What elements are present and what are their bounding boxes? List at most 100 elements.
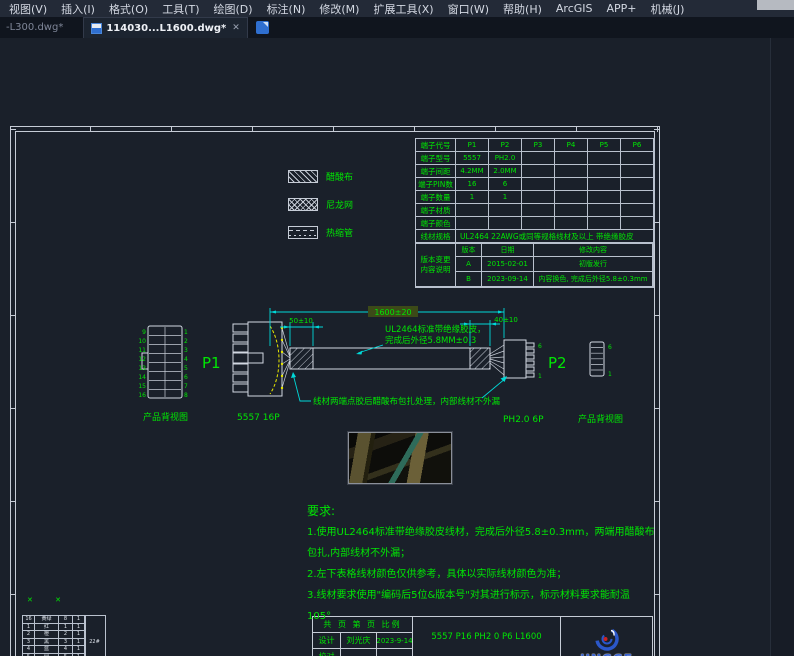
terminal-cell bbox=[621, 217, 654, 230]
dwg-file-icon bbox=[91, 23, 102, 34]
terminal-cell: P4 bbox=[555, 139, 588, 152]
terminal-cell: P2 bbox=[489, 139, 522, 152]
hatch-legend: 醋酸布 尼龙网 热缩管 bbox=[288, 162, 353, 246]
menu-item[interactable]: ArcGIS bbox=[549, 2, 600, 15]
revision-rev: B bbox=[456, 272, 482, 287]
pin-number: 6 bbox=[184, 373, 198, 382]
design-label: 设计 bbox=[313, 633, 341, 649]
menu-item[interactable]: 修改(M) bbox=[312, 1, 366, 17]
pin-table-cell: 8 bbox=[59, 616, 73, 624]
pin-number: 1 bbox=[184, 328, 198, 337]
pin-number: 7 bbox=[184, 382, 198, 391]
dimension-right-text: 40±10 bbox=[494, 316, 518, 324]
terminal-cell bbox=[621, 152, 654, 165]
check-label: 校对 bbox=[313, 649, 341, 656]
pin-number: 12 bbox=[132, 355, 146, 364]
terminal-cell bbox=[555, 152, 588, 165]
terminal-cell bbox=[555, 204, 588, 217]
p2-label: P2 bbox=[548, 354, 567, 372]
revision-desc: 初版发行 bbox=[534, 257, 653, 272]
pin-table-cell: 橙 bbox=[35, 631, 59, 639]
menu-item[interactable]: APP+ bbox=[600, 2, 644, 15]
menu-item[interactable]: 机械(J) bbox=[644, 1, 692, 17]
terminal-cell: 4.2MM bbox=[456, 165, 489, 178]
menu-item[interactable]: 插入(I) bbox=[54, 1, 102, 17]
wire-fanout-left bbox=[282, 328, 290, 388]
menu-item[interactable]: 窗口(W) bbox=[441, 1, 496, 17]
legend-item-mesh: 尼龙网 bbox=[288, 190, 353, 218]
revision-header: 修改内容 bbox=[534, 243, 653, 257]
pin-number: 4 bbox=[184, 355, 198, 364]
menu-item[interactable]: 标注(N) bbox=[260, 1, 313, 17]
terminal-cell bbox=[621, 178, 654, 191]
cad-application-window: 视图(V) 插入(I) 格式(O) 工具(T) 绘图(D) 标注(N) 修改(M… bbox=[0, 0, 794, 656]
menu-item[interactable]: 工具(T) bbox=[155, 1, 206, 17]
menu-item[interactable]: 帮助(H) bbox=[496, 1, 549, 17]
pin-number: 11 bbox=[132, 346, 146, 355]
revision-side-line1: 版本变更 bbox=[421, 255, 451, 265]
pin-table-cell: 蓝 bbox=[35, 646, 59, 654]
revision-desc: 内容换色, 完成后外径5.8±0.3mm bbox=[534, 272, 653, 287]
terminal-row-label: 端子代号 bbox=[416, 139, 456, 152]
company-logo: JINGGE bbox=[561, 617, 652, 656]
menu-item[interactable]: 扩展工具(X) bbox=[366, 1, 440, 17]
pin-number: 2 bbox=[184, 337, 198, 346]
dimension-left-text: 50±10 bbox=[289, 317, 313, 325]
part-number: 5557 P16 PH2 0 P6 L1600 bbox=[413, 617, 561, 656]
terminal-cell bbox=[489, 204, 522, 217]
terminal-spec-table: 端子代号 P1 P2 P3 P4 P5 P6 端子型号 5557 PH2.0 端… bbox=[415, 138, 655, 244]
terminal-cell bbox=[522, 191, 555, 204]
terminal-cell bbox=[522, 217, 555, 230]
terminal-cell: 1 bbox=[456, 191, 489, 204]
tab-active-label: 114030...L1600.dwg* bbox=[106, 23, 226, 34]
tab-active[interactable]: 114030...L1600.dwg* ✕ bbox=[83, 17, 247, 38]
floating-panel-fragment bbox=[757, 0, 794, 10]
terminal-cell bbox=[621, 204, 654, 217]
wire-fanout-right bbox=[490, 345, 504, 375]
p1-side-body bbox=[248, 322, 282, 396]
pin-table-side-note: 22# bbox=[84, 615, 106, 656]
tab-inactive-partial[interactable]: -L300.dwg* bbox=[0, 22, 69, 33]
p2-pin-bottom: 1 bbox=[538, 373, 542, 380]
logo-swirl-icon bbox=[594, 626, 620, 652]
border-ticks-top bbox=[10, 126, 660, 132]
callout-jacket-line2: 完成后外径5.8MM±0.3 bbox=[385, 335, 476, 346]
pin-number: 5 bbox=[184, 364, 198, 373]
new-drawing-icon[interactable] bbox=[256, 21, 269, 34]
canvas-edge-strip bbox=[770, 38, 794, 656]
pin-number: 15 bbox=[132, 382, 146, 391]
title-block: 共 页 第 页 比例 设计 刘光庆 2023-9-14 校对 核准 5557 P… bbox=[312, 616, 653, 656]
menu-item[interactable]: 格式(O) bbox=[102, 1, 155, 17]
terminal-cell bbox=[522, 165, 555, 178]
menu-item[interactable]: 绘图(D) bbox=[207, 1, 260, 17]
p1-type-label: 5557 16P bbox=[237, 413, 280, 423]
pin-table-cell: 3 bbox=[23, 639, 35, 647]
revision-header: 日期 bbox=[482, 243, 534, 257]
revision-header: 版本 bbox=[456, 243, 482, 257]
dash-hatch-swatch bbox=[288, 226, 318, 239]
terminal-cell bbox=[555, 191, 588, 204]
legend-item-acetate: 醋酸布 bbox=[288, 162, 353, 190]
pin-number: 8 bbox=[184, 391, 198, 400]
tab-close-icon[interactable]: ✕ bbox=[232, 23, 240, 33]
terminal-cell: 1 bbox=[489, 191, 522, 204]
pin-number: 9 bbox=[132, 328, 146, 337]
pin-number: 16 bbox=[132, 391, 146, 400]
terminal-cell bbox=[555, 178, 588, 191]
acetate-wrap-right bbox=[470, 348, 490, 369]
pin-number: 10 bbox=[132, 337, 146, 346]
p2-type-label: PH2.0 6P bbox=[503, 415, 544, 425]
terminal-cell: 16 bbox=[456, 178, 489, 191]
legend-label: 醋酸布 bbox=[326, 170, 353, 183]
legend-label: 热缩管 bbox=[326, 226, 353, 239]
pin-number: 13 bbox=[132, 364, 146, 373]
terminal-cell bbox=[588, 165, 621, 178]
drawing-canvas[interactable]: 醋酸布 尼龙网 热缩管 端子代号 P1 P2 P3 P4 P5 P6 端子 bbox=[0, 38, 794, 656]
callout-wrap-leader-left bbox=[293, 374, 311, 401]
terminal-row-label: 端子间距 bbox=[416, 165, 456, 178]
border-ticks-left bbox=[10, 126, 16, 656]
p2-side-body bbox=[504, 340, 526, 378]
callout-wrap-leader-right bbox=[482, 378, 506, 398]
menu-item[interactable]: 视图(V) bbox=[2, 1, 54, 17]
cross-hatch-swatch bbox=[288, 198, 318, 211]
